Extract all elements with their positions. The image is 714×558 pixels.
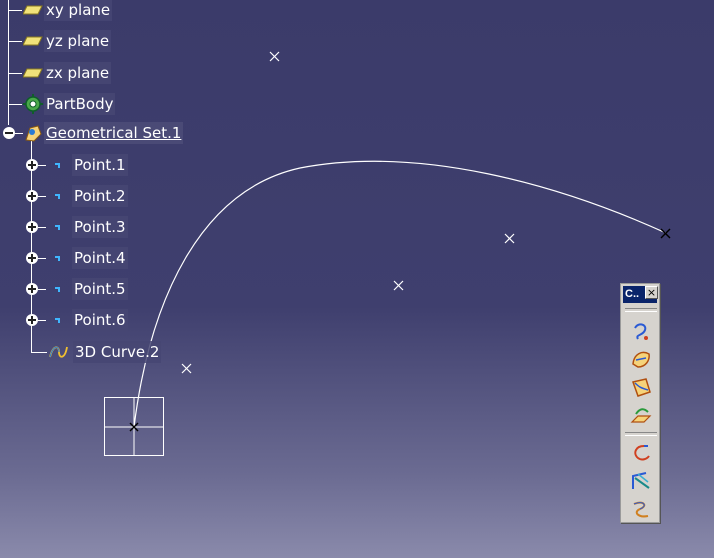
plane-icon: [22, 0, 44, 21]
tree-item-partbody[interactable]: PartBody: [22, 92, 116, 116]
tree-item-point[interactable]: Point.4: [46, 246, 128, 270]
fill-surface-button[interactable]: [628, 346, 654, 372]
curve-connect-button[interactable]: [628, 440, 654, 466]
close-button[interactable]: ×: [645, 286, 658, 299]
control-point-marker[interactable]: [504, 233, 515, 244]
patch-surface-button[interactable]: [628, 374, 654, 400]
expand-icon[interactable]: [26, 159, 38, 171]
tree-trunk: [8, 0, 9, 125]
expand-icon[interactable]: [26, 252, 38, 264]
tree-item-xy-plane[interactable]: xy plane: [22, 0, 113, 22]
curve-on-surface-button[interactable]: [628, 468, 654, 494]
tree-item-label: Point.4: [72, 247, 128, 269]
tree-item-label: PartBody: [44, 93, 116, 115]
tree-item-point[interactable]: Point.2: [46, 184, 128, 208]
planar-surface-button[interactable]: [628, 402, 654, 428]
tree-item-3d-curve[interactable]: 3D Curve.2: [47, 340, 162, 364]
spline-icon: [633, 501, 649, 518]
surface-fill-icon: [632, 351, 650, 368]
point-icon: [46, 185, 68, 207]
tree-item-label: Geometrical Set.1: [44, 122, 184, 144]
expand-icon[interactable]: [26, 190, 38, 202]
3d-viewport[interactable]: xy plane yz plane zx plane PartBody Geom…: [0, 0, 714, 558]
plane-icon: [22, 62, 44, 84]
tree-item-label: Point.5: [72, 278, 128, 300]
toolbar-grip[interactable]: [625, 308, 657, 312]
collapse-icon[interactable]: [3, 127, 15, 139]
toolbar-separator: [625, 432, 657, 436]
specification-tree: xy plane yz plane zx plane PartBody Geom…: [0, 0, 300, 380]
partbody-gear-icon: [22, 93, 44, 115]
curve-end-point[interactable]: [660, 228, 671, 239]
plane-icon: [22, 30, 44, 52]
geometrical-set-icon: [22, 122, 44, 144]
tree-item-label: 3D Curve.2: [73, 341, 162, 363]
tree-item-point[interactable]: Point.1: [46, 153, 128, 177]
3d-curve-icon: [634, 323, 648, 340]
curve-connect-icon: [634, 445, 650, 461]
surface-patch-icon: [632, 378, 651, 397]
point-icon: [46, 309, 68, 331]
expand-icon[interactable]: [26, 221, 38, 233]
point-icon: [46, 216, 68, 238]
tree-item-point[interactable]: Point.3: [46, 215, 128, 239]
curves-toolbar[interactable]: C.. ×: [620, 283, 660, 523]
tree-item-label: Point.6: [72, 309, 128, 331]
tree-item-label: xy plane: [44, 0, 113, 21]
tree-item-label: yz plane: [44, 30, 112, 52]
tree-item-point[interactable]: Point.5: [46, 277, 128, 301]
spline-button[interactable]: [628, 496, 654, 522]
tree-item-geometrical-set[interactable]: Geometrical Set.1: [22, 121, 184, 145]
expand-icon[interactable]: [26, 283, 38, 295]
expand-icon[interactable]: [26, 314, 38, 326]
planar-surface-icon: [630, 408, 652, 423]
point-icon: [46, 247, 68, 269]
control-point-marker[interactable]: [393, 280, 404, 291]
curve-from-surface-icon: [632, 472, 650, 489]
point-icon: [46, 278, 68, 300]
tree-item-point[interactable]: Point.6: [46, 308, 128, 332]
tree-item-label: zx plane: [44, 62, 112, 84]
tree-item-zx-plane[interactable]: zx plane: [22, 61, 112, 85]
tree-item-yz-plane[interactable]: yz plane: [22, 29, 112, 53]
3d-curve-button[interactable]: [628, 318, 654, 344]
curve-icon: [47, 341, 69, 363]
tree-item-label: Point.3: [72, 216, 128, 238]
tree-item-label: Point.2: [72, 185, 128, 207]
tree-item-label: Point.1: [72, 154, 128, 176]
point-icon: [46, 154, 68, 176]
